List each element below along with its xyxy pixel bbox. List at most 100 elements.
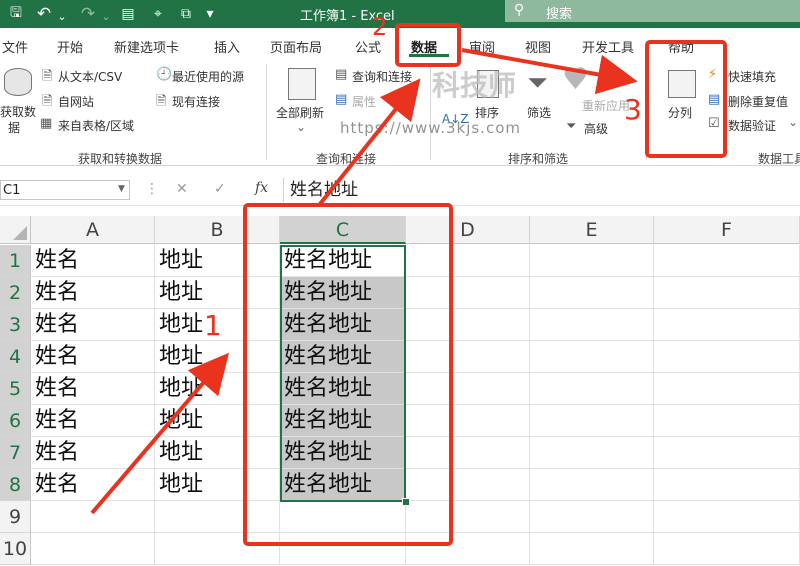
cell-f6[interactable] <box>654 405 800 437</box>
cell-a8[interactable]: 姓名 <box>31 469 155 501</box>
search-input[interactable]: 搜索 <box>546 3 572 22</box>
cell-f9[interactable] <box>654 501 800 533</box>
cell-a3[interactable]: 姓名 <box>31 309 155 341</box>
row-header-7[interactable]: 7 <box>0 437 31 469</box>
cell-f5[interactable] <box>654 373 800 405</box>
tab-new[interactable]: 新建选项卡 <box>114 37 179 56</box>
tab-home[interactable]: 开始 <box>57 37 83 56</box>
cell-a2[interactable]: 姓名 <box>31 277 155 309</box>
tab-file[interactable]: 文件 <box>2 37 28 56</box>
cell-f2[interactable] <box>654 277 800 309</box>
select-all-triangle-icon <box>13 226 27 240</box>
cell-a1[interactable]: 姓名 <box>31 245 155 277</box>
cell-f1[interactable] <box>654 245 800 277</box>
refresh-all-button[interactable]: 全部刷新 <box>276 104 324 121</box>
recent-sources-button[interactable]: 最近使用的源 <box>172 68 244 85</box>
ribbon-separator <box>266 64 267 160</box>
row-header-5[interactable]: 5 <box>0 373 31 405</box>
cell-e2[interactable] <box>530 277 654 309</box>
from-table-button[interactable]: 来自表格/区域 <box>58 117 134 134</box>
cell-f8[interactable] <box>654 469 800 501</box>
tab-insert[interactable]: 插入 <box>214 37 240 56</box>
name-box[interactable]: C1 <box>0 180 130 200</box>
database-icon[interactable] <box>4 68 32 96</box>
cell-e3[interactable] <box>530 309 654 341</box>
queries-connections-button[interactable]: 查询和连接 <box>352 68 412 85</box>
annotation-number-1: 1 <box>204 309 222 342</box>
save-icon[interactable]: 🖫 <box>6 4 26 24</box>
remove-duplicates-button[interactable]: 删除重复值 <box>728 93 788 110</box>
web-icon: 🗎 <box>42 94 53 109</box>
column-header-a[interactable]: A <box>31 216 155 244</box>
row-header-6[interactable]: 6 <box>0 405 31 437</box>
group-label-data-tools: 数据工具 <box>758 152 800 166</box>
tab-developer[interactable]: 开发工具 <box>582 37 634 56</box>
cell-e1[interactable] <box>530 245 654 277</box>
row-header-10[interactable]: 10 <box>0 533 31 565</box>
cell-a6[interactable]: 姓名 <box>31 405 155 437</box>
advanced-icon: ⏷ <box>566 119 577 134</box>
properties-button[interactable]: 属性 <box>352 93 376 110</box>
cell-a7[interactable]: 姓名 <box>31 437 155 469</box>
tab-view[interactable]: 视图 <box>525 37 551 56</box>
annotation-number-3: 3 <box>624 93 642 126</box>
cancel-icon[interactable]: ✕ <box>176 181 188 197</box>
refresh-dropdown-icon[interactable]: ⌄ <box>296 120 306 134</box>
cell-f3[interactable] <box>654 309 800 341</box>
data-validation-button[interactable]: 数据验证 <box>728 117 776 134</box>
filter-button[interactable]: 筛选 <box>527 104 551 121</box>
cell-a9[interactable] <box>31 501 155 533</box>
row-header-4[interactable]: 4 <box>0 341 31 373</box>
existing-connections-button[interactable]: 现有连接 <box>172 93 220 110</box>
cell-f7[interactable] <box>654 437 800 469</box>
cell-f4[interactable] <box>654 341 800 373</box>
cell-e6[interactable] <box>530 405 654 437</box>
cell-a5[interactable]: 姓名 <box>31 373 155 405</box>
cell-e7[interactable] <box>530 437 654 469</box>
from-text-csv-button[interactable]: 从文本/CSV <box>58 68 122 85</box>
cell-e5[interactable] <box>530 373 654 405</box>
refresh-all-icon[interactable] <box>288 68 316 100</box>
filter-icon[interactable]: ⏷ <box>527 68 548 99</box>
row-header-2[interactable]: 2 <box>0 277 31 309</box>
get-data-button-line2: 据 <box>8 121 21 135</box>
row-header-9[interactable]: 9 <box>0 501 31 533</box>
data-validation-dropdown-icon[interactable]: ⌄ <box>788 115 798 129</box>
formula-input[interactable]: 姓名地址 <box>283 178 800 202</box>
from-web-button[interactable]: 自网站 <box>58 93 94 110</box>
flash-fill-button[interactable]: 快速填充 <box>728 68 776 85</box>
cell-f10[interactable] <box>654 533 800 565</box>
search-icon: ⚲ <box>514 2 525 18</box>
row-header-1[interactable]: 1 <box>0 245 31 277</box>
row-header-3[interactable]: 3 <box>0 309 31 341</box>
cell-e8[interactable] <box>530 469 654 501</box>
advanced-button[interactable]: 高级 <box>584 120 608 137</box>
qat-dropdown-icon[interactable]: ▾ <box>200 4 220 24</box>
tab-review[interactable]: 审阅 <box>469 37 495 56</box>
cell-e10[interactable] <box>530 533 654 565</box>
group-label-queries: 查询和连接 <box>316 152 377 166</box>
get-data-button[interactable]: 获取数 <box>0 103 36 120</box>
tab-page-layout[interactable]: 页面布局 <box>270 37 322 56</box>
row-header-8[interactable]: 8 <box>0 469 31 501</box>
redo-dropdown-icon[interactable]: ⌄ <box>96 6 116 26</box>
cell-a10[interactable] <box>31 533 155 565</box>
enter-icon[interactable]: ✓ <box>214 181 226 197</box>
cell-a4[interactable]: 姓名 <box>31 341 155 373</box>
insert-function-icon[interactable]: fx <box>255 180 268 196</box>
annotation-box-column-c <box>243 203 453 546</box>
cell-e9[interactable] <box>530 501 654 533</box>
undo-dropdown-icon[interactable]: ⌄ <box>52 6 72 26</box>
camera-icon[interactable]: ⌖ <box>148 4 168 24</box>
undo-icon[interactable]: ↶ <box>34 4 54 24</box>
cell-e4[interactable] <box>530 341 654 373</box>
column-header-f[interactable]: F <box>654 216 800 244</box>
group-label-get-data: 获取和转换数据 <box>78 152 163 166</box>
form-icon[interactable]: ▤ <box>118 4 138 24</box>
name-box-dropdown-icon[interactable]: ▼ <box>118 184 125 194</box>
watermark-brand: 科技师 <box>432 69 517 102</box>
column-header-e[interactable]: E <box>530 216 654 244</box>
screenshot-icon[interactable]: ⧉ <box>176 4 196 24</box>
reapply-button[interactable]: 重新应用 <box>582 97 630 114</box>
redo-icon[interactable]: ↷ <box>78 4 98 24</box>
